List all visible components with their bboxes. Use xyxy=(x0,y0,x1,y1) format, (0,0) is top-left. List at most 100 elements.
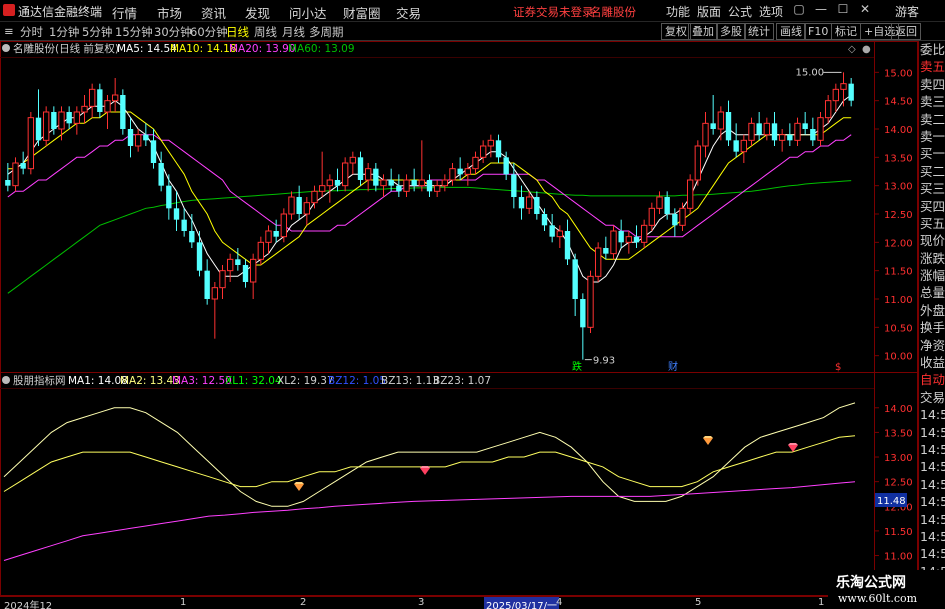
side-panel-item[interactable]: 卖四 xyxy=(919,76,945,93)
candle-body xyxy=(411,180,417,186)
side-panel-item[interactable]: 14:55 xyxy=(919,406,945,423)
side-panel-item[interactable]: 14:56 xyxy=(919,493,945,510)
side-panel-item[interactable]: 收益 xyxy=(919,354,945,371)
side-panel-item[interactable]: 卖一 xyxy=(919,128,945,145)
side-panel-item[interactable]: 14:55 xyxy=(919,424,945,441)
menu-collapse-icon[interactable]: ≡ xyxy=(4,24,14,38)
side-panel-item[interactable]: 买二 xyxy=(919,163,945,180)
sub-legend-bz23: BZ23: 1.07 xyxy=(433,375,491,387)
candle-body xyxy=(587,275,594,328)
period-5min[interactable]: 5分钟 xyxy=(82,24,112,40)
candle-body xyxy=(702,122,709,147)
f10-button[interactable]: F10 xyxy=(804,23,833,40)
legend-toggle-icon[interactable] xyxy=(2,44,10,52)
side-panel-item[interactable]: 14:56 xyxy=(919,511,945,528)
side-panel-item[interactable]: 买三 xyxy=(919,180,945,197)
side-panel-item[interactable]: 外盘 xyxy=(919,302,945,319)
settings-dot-icon[interactable]: ● xyxy=(862,44,871,55)
menu-options[interactable]: 选项 xyxy=(759,3,783,20)
price-tick-label: 12.00 xyxy=(884,238,913,249)
menu-news[interactable]: 资讯 xyxy=(201,3,226,22)
period-15min[interactable]: 15分钟 xyxy=(115,24,153,40)
side-panel-item[interactable]: 委比 xyxy=(919,41,945,58)
menu-trade[interactable]: 交易 xyxy=(396,3,421,22)
side-panel-item[interactable]: 换手 xyxy=(919,319,945,336)
period-60min[interactable]: 60分钟 xyxy=(190,24,228,40)
skin-icon[interactable]: ▢ xyxy=(790,2,808,18)
quote-side-panel: 委比 卖五 卖四 卖三 卖二 卖一 买一 买二 买三 买四 买五 现价 涨跌 涨幅 总量 外盘 换手 净资 收益 自动… xyxy=(918,41,945,596)
period-multi[interactable]: 多周期 xyxy=(309,24,344,40)
menu-market[interactable]: 市场 xyxy=(157,3,182,22)
side-panel-item[interactable]: 涨幅 xyxy=(919,267,945,284)
menu-discover[interactable]: 发现 xyxy=(245,3,270,22)
candle-body xyxy=(686,179,694,209)
sub-tick-label: 13.00 xyxy=(884,453,913,464)
period-daily[interactable]: 日线 xyxy=(226,24,249,40)
multi-stock-button[interactable]: 多股 xyxy=(716,23,746,40)
side-panel-item[interactable]: 现价 xyxy=(919,232,945,249)
event-tag-die[interactable]: 跌 xyxy=(572,360,582,373)
back-button[interactable]: 返回 xyxy=(891,23,921,40)
period-30min[interactable]: 30分钟 xyxy=(154,24,192,40)
candle-body xyxy=(120,95,126,129)
overlay-button[interactable]: 叠加 xyxy=(688,23,718,40)
side-panel-item[interactable]: 净资 xyxy=(919,337,945,354)
minimize-icon[interactable]: — xyxy=(812,2,830,18)
side-panel-item[interactable]: 买五 xyxy=(919,215,945,232)
chart-area[interactable]: 名雕股份(日线 前复权) MA5: 14.54 MA10: 14.18 MA20… xyxy=(0,41,945,596)
side-panel-item[interactable]: 总量 xyxy=(919,284,945,301)
sub-legend-name: 股朋指标网 xyxy=(13,374,66,387)
side-panel-item[interactable]: 14:55 xyxy=(919,458,945,475)
diamond-icon[interactable]: ◇ xyxy=(848,44,856,55)
side-panel-item[interactable]: 14:56 xyxy=(919,476,945,493)
event-tag-dollar[interactable]: $ xyxy=(835,362,841,373)
side-panel-item[interactable]: 卖三 xyxy=(919,93,945,110)
candle-body xyxy=(73,111,81,124)
menu-wealth[interactable]: 财富圈 xyxy=(343,3,381,22)
sub-tick-label: 12.50 xyxy=(884,478,913,489)
close-icon[interactable]: ✕ xyxy=(856,2,874,18)
login-status[interactable]: 证券交易未登录 xyxy=(513,4,594,20)
signal-diamond-icon xyxy=(420,466,430,475)
menu-ask[interactable]: 问小达 xyxy=(289,3,327,22)
candle-body xyxy=(104,100,111,113)
side-panel-item[interactable]: 买一 xyxy=(919,145,945,162)
candle-body xyxy=(296,197,302,214)
mark-button[interactable]: 标记 xyxy=(831,23,861,40)
menu-quotes[interactable]: 行情 xyxy=(112,3,137,22)
sub-legend-toggle-icon[interactable] xyxy=(2,376,10,384)
candle-body xyxy=(549,225,555,237)
event-tag-cai[interactable]: 财 xyxy=(668,360,678,373)
period-weekly[interactable]: 周线 xyxy=(254,24,277,40)
candle-body xyxy=(794,122,801,141)
side-panel-item[interactable]: 交易 xyxy=(919,389,945,406)
side-panel-item[interactable]: 涨跌 xyxy=(919,250,945,267)
low-price-label: 9.93 xyxy=(593,356,615,367)
adjust-button[interactable]: 复权 xyxy=(661,23,691,40)
candle-body xyxy=(143,134,149,141)
side-panel-item[interactable]: 14:55 xyxy=(919,441,945,458)
date-label: 1 xyxy=(180,597,187,608)
sub-legend-bz12: BZ12: 1.05 xyxy=(328,375,386,387)
candle-body xyxy=(364,168,372,181)
draw-line-button[interactable]: 画线 xyxy=(776,23,806,40)
candle-body xyxy=(288,196,295,215)
side-panel-item[interactable]: 自动 xyxy=(919,371,945,388)
period-timeshare[interactable]: 分时 xyxy=(20,24,43,40)
candle-body xyxy=(725,112,732,141)
kline-chart[interactable]: 名雕股份(日线 前复权) MA5: 14.54 MA10: 14.18 MA20… xyxy=(0,41,918,596)
period-1min[interactable]: 1分钟 xyxy=(49,24,79,40)
statistics-button[interactable]: 统计 xyxy=(744,23,774,40)
side-panel-item[interactable]: 14:56 xyxy=(919,528,945,545)
side-panel-item[interactable]: 买四 xyxy=(919,198,945,215)
menu-function[interactable]: 功能 xyxy=(666,3,690,20)
candle-body xyxy=(472,156,479,170)
side-panel-item[interactable]: 卖二 xyxy=(919,111,945,128)
maximize-icon[interactable]: ☐ xyxy=(834,2,852,18)
guest-label[interactable]: 游客 xyxy=(895,3,919,20)
side-panel-item[interactable]: 14:56 xyxy=(919,545,945,562)
period-monthly[interactable]: 月线 xyxy=(282,24,305,40)
side-panel-item[interactable]: 卖五 xyxy=(919,58,945,75)
menu-layout[interactable]: 版面 xyxy=(697,3,721,20)
menu-formula[interactable]: 公式 xyxy=(728,3,752,20)
